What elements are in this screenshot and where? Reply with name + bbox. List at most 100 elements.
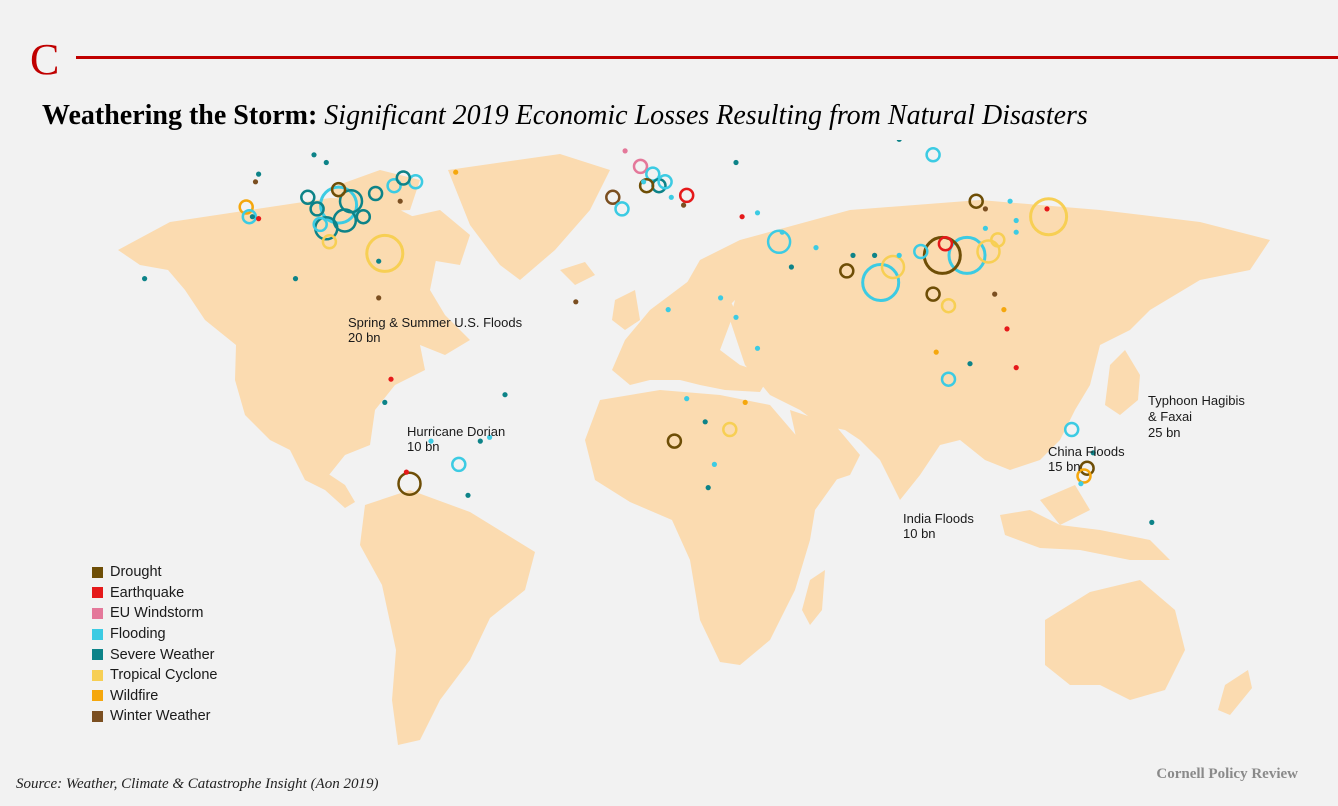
severe-weather-marker bbox=[382, 399, 388, 405]
annotation-india-floods: India Floods 10 bn bbox=[903, 511, 977, 541]
legend-label: Flooding bbox=[110, 626, 166, 643]
drought-marker bbox=[1079, 460, 1095, 476]
flooding-marker bbox=[813, 245, 819, 251]
winter-weather-marker bbox=[681, 202, 687, 208]
flooding-marker bbox=[982, 225, 989, 231]
header-rule bbox=[76, 56, 1338, 59]
legend-label: Earthquake bbox=[110, 584, 185, 601]
flooding-marker bbox=[1007, 198, 1013, 204]
severe-weather-marker bbox=[142, 276, 148, 282]
source-citation: Source: Weather, Climate & Catastrophe I… bbox=[16, 776, 379, 792]
annotation-hurricane-dorian: Hurricane Dorian 10 bn bbox=[407, 424, 509, 454]
legend-item-tropical-cyclone: Tropical Cyclone bbox=[92, 665, 217, 686]
severe-weather-marker bbox=[788, 264, 795, 270]
wildfire-marker bbox=[742, 399, 748, 405]
legend-label: Severe Weather bbox=[110, 646, 215, 663]
winter-weather-marker bbox=[397, 198, 403, 204]
earthquake-marker bbox=[256, 216, 262, 222]
winter-weather-marker bbox=[982, 206, 989, 212]
legend-label: Tropical Cyclone bbox=[110, 667, 218, 684]
legend-swatch bbox=[92, 607, 103, 619]
annotation-typhoon-hagibis: Typhoon Hagibis & Faxai 25 bn bbox=[1148, 393, 1248, 440]
land-japan bbox=[1105, 350, 1140, 415]
severe-weather-marker bbox=[967, 361, 973, 367]
severe-weather-marker bbox=[702, 419, 708, 425]
legend-swatch bbox=[92, 669, 103, 681]
land-iceland bbox=[560, 262, 595, 285]
flooding-marker bbox=[711, 461, 718, 467]
severe-weather-marker bbox=[292, 276, 299, 282]
severe-weather-marker bbox=[376, 258, 382, 264]
legend-item-severe-weather: Severe Weather bbox=[92, 644, 217, 665]
legend-item-flooding: Flooding bbox=[92, 624, 217, 645]
severe-weather-marker bbox=[872, 252, 878, 258]
publisher-brand: Cornell Policy Review bbox=[1156, 766, 1298, 782]
legend-item-earthquake: Earthquake bbox=[92, 583, 217, 604]
severe-weather-marker bbox=[733, 159, 739, 166]
legend-label: EU Windstorm bbox=[110, 605, 204, 622]
legend-item-wildfire: Wildfire bbox=[92, 686, 217, 707]
land-arctic-islands bbox=[330, 170, 420, 212]
title-subtitle: Significant 2019 Economic Losses Resulti… bbox=[324, 100, 1088, 131]
flooding-marker bbox=[718, 295, 724, 301]
legend-swatch bbox=[92, 690, 103, 702]
flooding-marker bbox=[665, 307, 671, 313]
severe-weather-marker bbox=[465, 492, 471, 498]
flooding-marker bbox=[684, 396, 690, 402]
legend-swatch bbox=[92, 710, 103, 722]
flooding-marker bbox=[451, 456, 467, 473]
severe-weather-marker bbox=[1149, 519, 1155, 525]
eu-windstorm-marker bbox=[622, 148, 628, 154]
legend-item-eu-windstorm: EU Windstorm bbox=[92, 603, 217, 624]
land-south-america bbox=[360, 490, 535, 745]
winter-weather-marker bbox=[573, 299, 579, 305]
winter-weather-marker bbox=[605, 189, 621, 206]
eu-windstorm-marker bbox=[632, 158, 649, 175]
legend-item-winter-weather: Winter Weather bbox=[92, 706, 217, 727]
flooding-marker bbox=[733, 314, 739, 320]
winter-weather-marker bbox=[252, 179, 259, 185]
flooding-marker bbox=[1013, 217, 1019, 224]
flooding-marker bbox=[896, 252, 902, 258]
flooding-marker bbox=[925, 147, 941, 163]
wildfire-marker bbox=[1001, 307, 1007, 313]
earthquake-marker bbox=[403, 469, 409, 475]
legend-label: Wildfire bbox=[110, 687, 159, 704]
earthquake-marker bbox=[388, 376, 394, 382]
flooding-marker bbox=[779, 229, 785, 235]
legend-swatch bbox=[92, 628, 103, 640]
wildfire-marker bbox=[453, 169, 459, 175]
severe-weather-marker bbox=[896, 140, 902, 142]
legend-item-drought: Drought bbox=[92, 562, 217, 583]
earthquake-marker bbox=[739, 214, 745, 220]
title-main: Weathering the Storm: bbox=[42, 100, 318, 131]
earthquake-marker bbox=[1044, 206, 1050, 212]
flooding-marker bbox=[1078, 481, 1084, 487]
page-title: Weathering the Storm: Significant 2019 E… bbox=[42, 100, 1088, 132]
land-new-zealand bbox=[1218, 670, 1252, 715]
land-australia bbox=[1045, 580, 1185, 700]
legend-label: Winter Weather bbox=[110, 708, 211, 725]
flooding-marker bbox=[1013, 229, 1019, 235]
flooding-marker bbox=[668, 194, 674, 200]
severe-weather-marker bbox=[705, 485, 711, 491]
severe-weather-marker bbox=[256, 171, 262, 177]
earthquake-marker bbox=[678, 187, 695, 204]
legend: Drought Earthquake EU Windstorm Flooding… bbox=[92, 562, 217, 727]
severe-weather-marker bbox=[249, 214, 255, 220]
flooding-marker bbox=[754, 210, 761, 216]
land-british-isles bbox=[612, 290, 640, 330]
severe-weather-marker bbox=[502, 392, 508, 398]
wildfire-marker bbox=[933, 349, 939, 355]
logo-letter: C bbox=[30, 35, 60, 84]
flooding-marker bbox=[754, 345, 761, 351]
land-southeast-asia-islands bbox=[1000, 510, 1170, 560]
earthquake-marker bbox=[1004, 326, 1010, 332]
legend-swatch bbox=[92, 587, 103, 599]
land-greenland bbox=[448, 154, 610, 280]
land-madagascar bbox=[802, 570, 825, 625]
severe-weather-marker bbox=[477, 438, 483, 444]
flooding-marker bbox=[1063, 421, 1080, 438]
legend-label: Drought bbox=[110, 564, 162, 581]
severe-weather-marker bbox=[311, 152, 317, 158]
